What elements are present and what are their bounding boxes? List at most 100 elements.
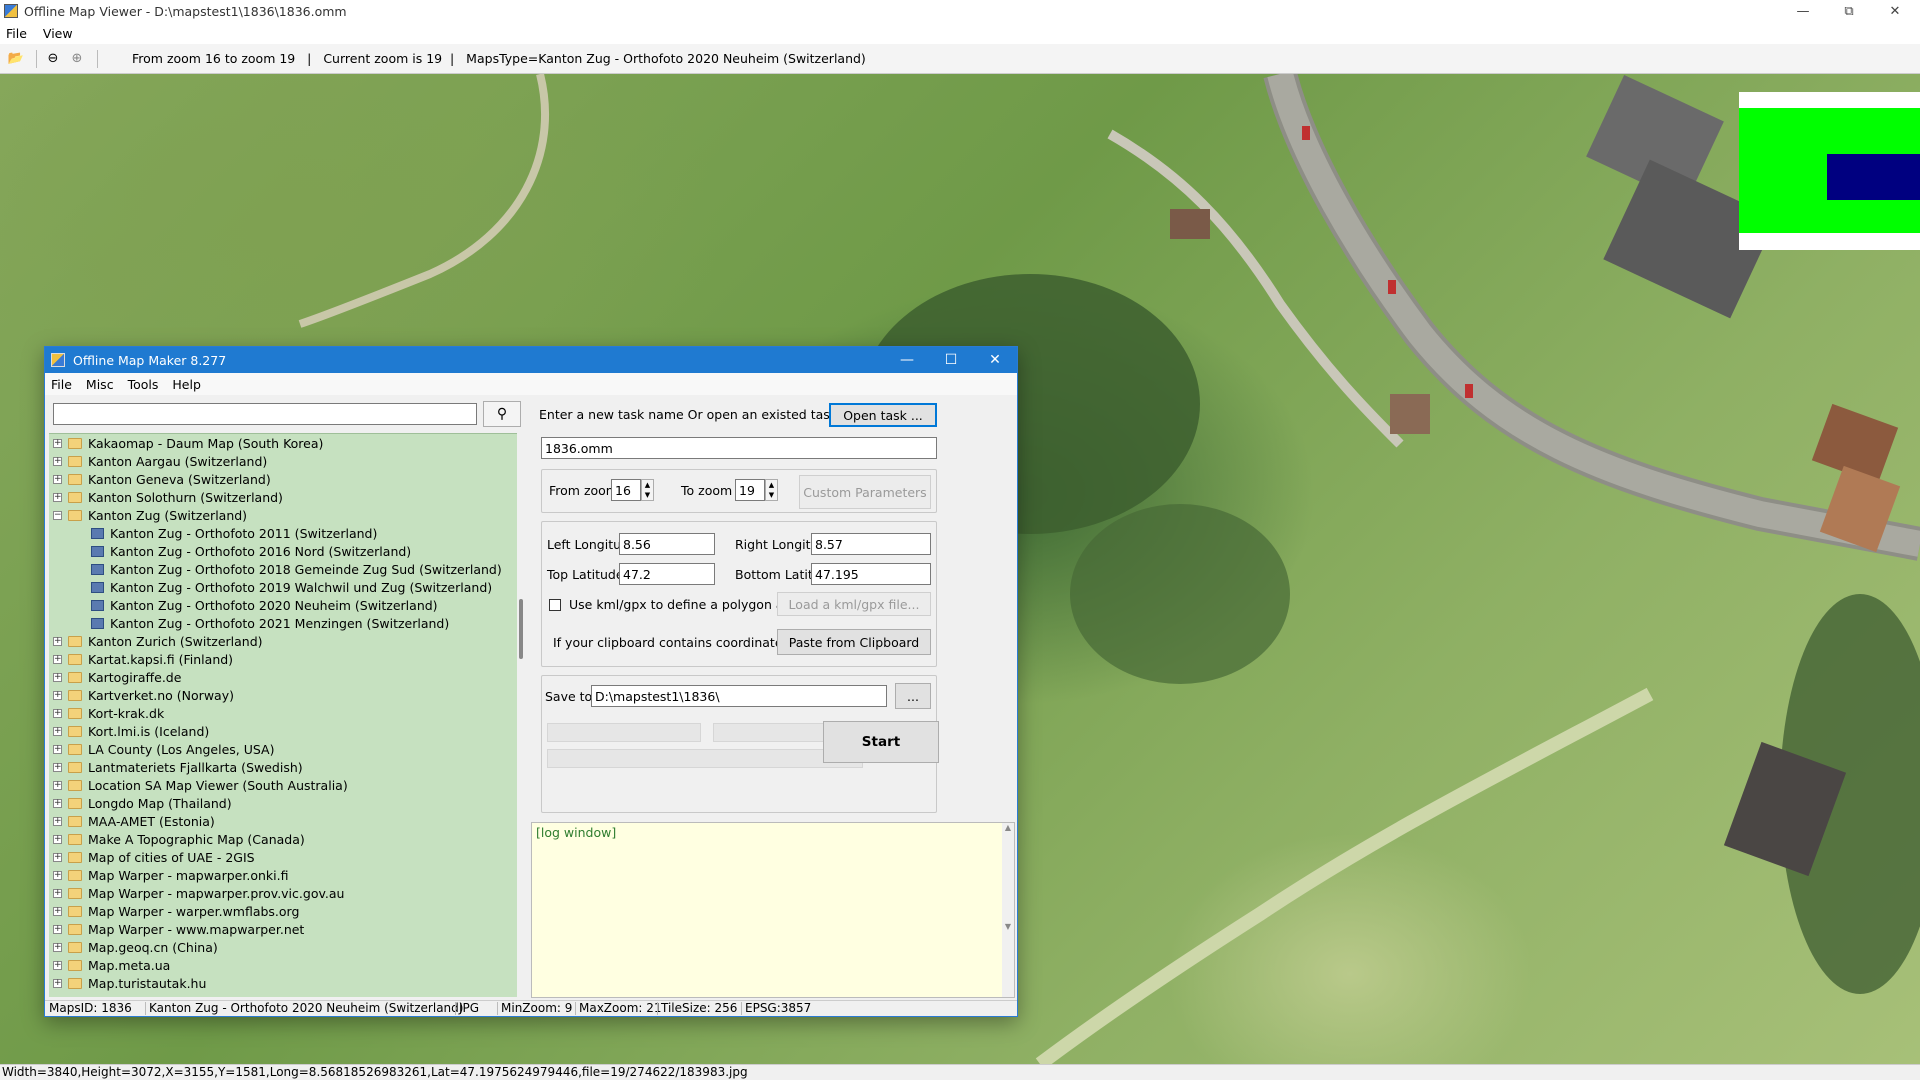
- tree-item[interactable]: + LA County (Los Angeles, USA): [49, 740, 517, 758]
- start-button[interactable]: Start: [823, 721, 939, 763]
- tree-item[interactable]: + Kort.lmi.is (Iceland): [49, 722, 517, 740]
- maximize-button[interactable]: ⧉: [1826, 0, 1872, 22]
- use-kml-checkbox[interactable]: [549, 599, 561, 611]
- tree-item[interactable]: + Map.meta.ua: [49, 956, 517, 974]
- tree-item[interactable]: + Kanton Solothurn (Switzerland): [49, 488, 517, 506]
- expand-icon[interactable]: +: [53, 816, 62, 826]
- right-longitude-input[interactable]: 8.57: [811, 533, 931, 555]
- open-folder-icon[interactable]: 📂: [6, 49, 26, 69]
- dialog-menu-help[interactable]: Help: [172, 377, 201, 392]
- expand-icon[interactable]: +: [53, 924, 62, 934]
- tree-item-label: Kanton Geneva (Switzerland): [88, 471, 271, 487]
- expand-icon[interactable]: +: [53, 942, 62, 952]
- tree-item[interactable]: Kanton Zug - Orthofoto 2016 Nord (Switze…: [49, 542, 517, 560]
- browse-button[interactable]: ...: [895, 683, 931, 709]
- top-latitude-input[interactable]: 47.2: [619, 563, 715, 585]
- expand-icon[interactable]: +: [53, 870, 62, 880]
- menu-view[interactable]: View: [43, 26, 73, 41]
- tree-item[interactable]: + Map Warper - warper.wmflabs.org: [49, 902, 517, 920]
- custom-parameters-button[interactable]: Custom Parameters: [799, 475, 931, 509]
- log-scrollbar[interactable]: ▲ ▼: [1002, 823, 1014, 997]
- expand-icon[interactable]: +: [53, 726, 62, 736]
- expand-icon[interactable]: +: [53, 654, 62, 664]
- open-task-button[interactable]: Open task ...: [829, 403, 937, 427]
- tree-item[interactable]: + Kanton Aargau (Switzerland): [49, 452, 517, 470]
- expand-icon[interactable]: +: [53, 672, 62, 682]
- tree-item[interactable]: + Map.geoq.cn (China): [49, 938, 517, 956]
- menu-file[interactable]: File: [6, 26, 27, 41]
- dialog-menu-tools[interactable]: Tools: [128, 377, 159, 392]
- collapse-icon[interactable]: −: [53, 510, 62, 520]
- bottom-latitude-input[interactable]: 47.195: [811, 563, 931, 585]
- from-zoom-input[interactable]: 16: [611, 479, 641, 501]
- expand-icon[interactable]: +: [53, 474, 62, 484]
- expand-icon[interactable]: +: [53, 492, 62, 502]
- tree-item[interactable]: + Map.turistautak.hu: [49, 974, 517, 992]
- tree-item[interactable]: + Kanton Geneva (Switzerland): [49, 470, 517, 488]
- log-window[interactable]: [log window] ▲ ▼: [531, 822, 1015, 998]
- tree-item[interactable]: + Kakaomap - Daum Map (South Korea): [49, 434, 517, 452]
- tree-item[interactable]: + Longdo Map (Thailand): [49, 794, 517, 812]
- task-name-input[interactable]: 1836.omm: [541, 437, 937, 459]
- folder-icon: [68, 941, 82, 953]
- save-path-input[interactable]: D:\mapstest1\1836\: [591, 685, 887, 707]
- expand-icon[interactable]: +: [53, 960, 62, 970]
- tree-item[interactable]: Kanton Zug - Orthofoto 2011 (Switzerland…: [49, 524, 517, 542]
- tree-item[interactable]: + Kort-krak.dk: [49, 704, 517, 722]
- tree-item[interactable]: Kanton Zug - Orthofoto 2019 Walchwil und…: [49, 578, 517, 596]
- zoom-out-icon[interactable]: ⊖: [43, 49, 63, 69]
- tree-item[interactable]: Kanton Zug - Orthofoto 2020 Neuheim (Swi…: [49, 596, 517, 614]
- tree-item[interactable]: + Map Warper - mapwarper.prov.vic.gov.au: [49, 884, 517, 902]
- close-button[interactable]: ✕: [1872, 0, 1918, 22]
- from-zoom-spinner[interactable]: ▲ ▼: [641, 479, 654, 501]
- search-button[interactable]: ⚲: [483, 401, 521, 427]
- expand-icon[interactable]: +: [53, 708, 62, 718]
- dialog-maximize-button[interactable]: ☐: [929, 347, 973, 373]
- overview-minimap[interactable]: [1739, 92, 1920, 250]
- folder-icon: [68, 905, 82, 917]
- expand-icon[interactable]: +: [53, 636, 62, 646]
- tree-item[interactable]: + Kartverket.no (Norway): [49, 686, 517, 704]
- tree-scrollbar[interactable]: [517, 433, 527, 997]
- tree-item[interactable]: + Map of cities of UAE - 2GIS: [49, 848, 517, 866]
- dialog-close-button[interactable]: ✕: [973, 347, 1017, 373]
- tree-item-label: Kanton Zug - Orthofoto 2018 Gemeinde Zug…: [110, 561, 502, 577]
- expand-icon[interactable]: +: [53, 906, 62, 916]
- dialog-menu-misc[interactable]: Misc: [86, 377, 114, 392]
- expand-icon[interactable]: +: [53, 744, 62, 754]
- dialog-minimize-button[interactable]: —: [885, 347, 929, 373]
- left-longitude-input[interactable]: 8.56: [619, 533, 715, 555]
- expand-icon[interactable]: +: [53, 834, 62, 844]
- expand-icon[interactable]: +: [53, 798, 62, 808]
- tree-item[interactable]: + Kartogiraffe.de: [49, 668, 517, 686]
- tree-item[interactable]: + Kanton Zurich (Switzerland): [49, 632, 517, 650]
- expand-icon[interactable]: +: [53, 852, 62, 862]
- tree-item[interactable]: + Location SA Map Viewer (South Australia…: [49, 776, 517, 794]
- tree-scroll-thumb[interactable]: [519, 599, 523, 659]
- tree-item[interactable]: + Map Warper - www.mapwarper.net: [49, 920, 517, 938]
- expand-icon[interactable]: +: [53, 978, 62, 988]
- expand-icon[interactable]: +: [53, 438, 62, 448]
- zoom-in-icon[interactable]: ⊕: [67, 49, 87, 69]
- expand-icon[interactable]: +: [53, 690, 62, 700]
- expand-icon[interactable]: +: [53, 762, 62, 772]
- expand-icon[interactable]: +: [53, 888, 62, 898]
- load-kml-button[interactable]: Load a kml/gpx file...: [777, 592, 931, 616]
- tree-item[interactable]: Kanton Zug - Orthofoto 2018 Gemeinde Zug…: [49, 560, 517, 578]
- tree-item[interactable]: Kanton Zug - Orthofoto 2021 Menzingen (S…: [49, 614, 517, 632]
- minimize-button[interactable]: —: [1780, 0, 1826, 22]
- tree-item[interactable]: − Kanton Zug (Switzerland): [49, 506, 517, 524]
- map-source-tree[interactable]: + Kakaomap - Daum Map (South Korea) + Kanto…: [49, 433, 517, 997]
- tree-item[interactable]: + Make A Topographic Map (Canada): [49, 830, 517, 848]
- search-input[interactable]: [53, 403, 477, 425]
- tree-item[interactable]: + Kartat.kapsi.fi (Finland): [49, 650, 517, 668]
- expand-icon[interactable]: +: [53, 456, 62, 466]
- expand-icon[interactable]: +: [53, 780, 62, 790]
- tree-item[interactable]: + Map Warper - mapwarper.onki.fi: [49, 866, 517, 884]
- to-zoom-spinner[interactable]: ▲ ▼: [765, 479, 778, 501]
- tree-item[interactable]: + MAA-AMET (Estonia): [49, 812, 517, 830]
- tree-item[interactable]: + Lantmateriets Fjallkarta (Swedish): [49, 758, 517, 776]
- to-zoom-input[interactable]: 19: [735, 479, 765, 501]
- dialog-menu-file[interactable]: File: [51, 377, 72, 392]
- paste-from-clipboard-button[interactable]: Paste from Clipboard: [777, 629, 931, 655]
